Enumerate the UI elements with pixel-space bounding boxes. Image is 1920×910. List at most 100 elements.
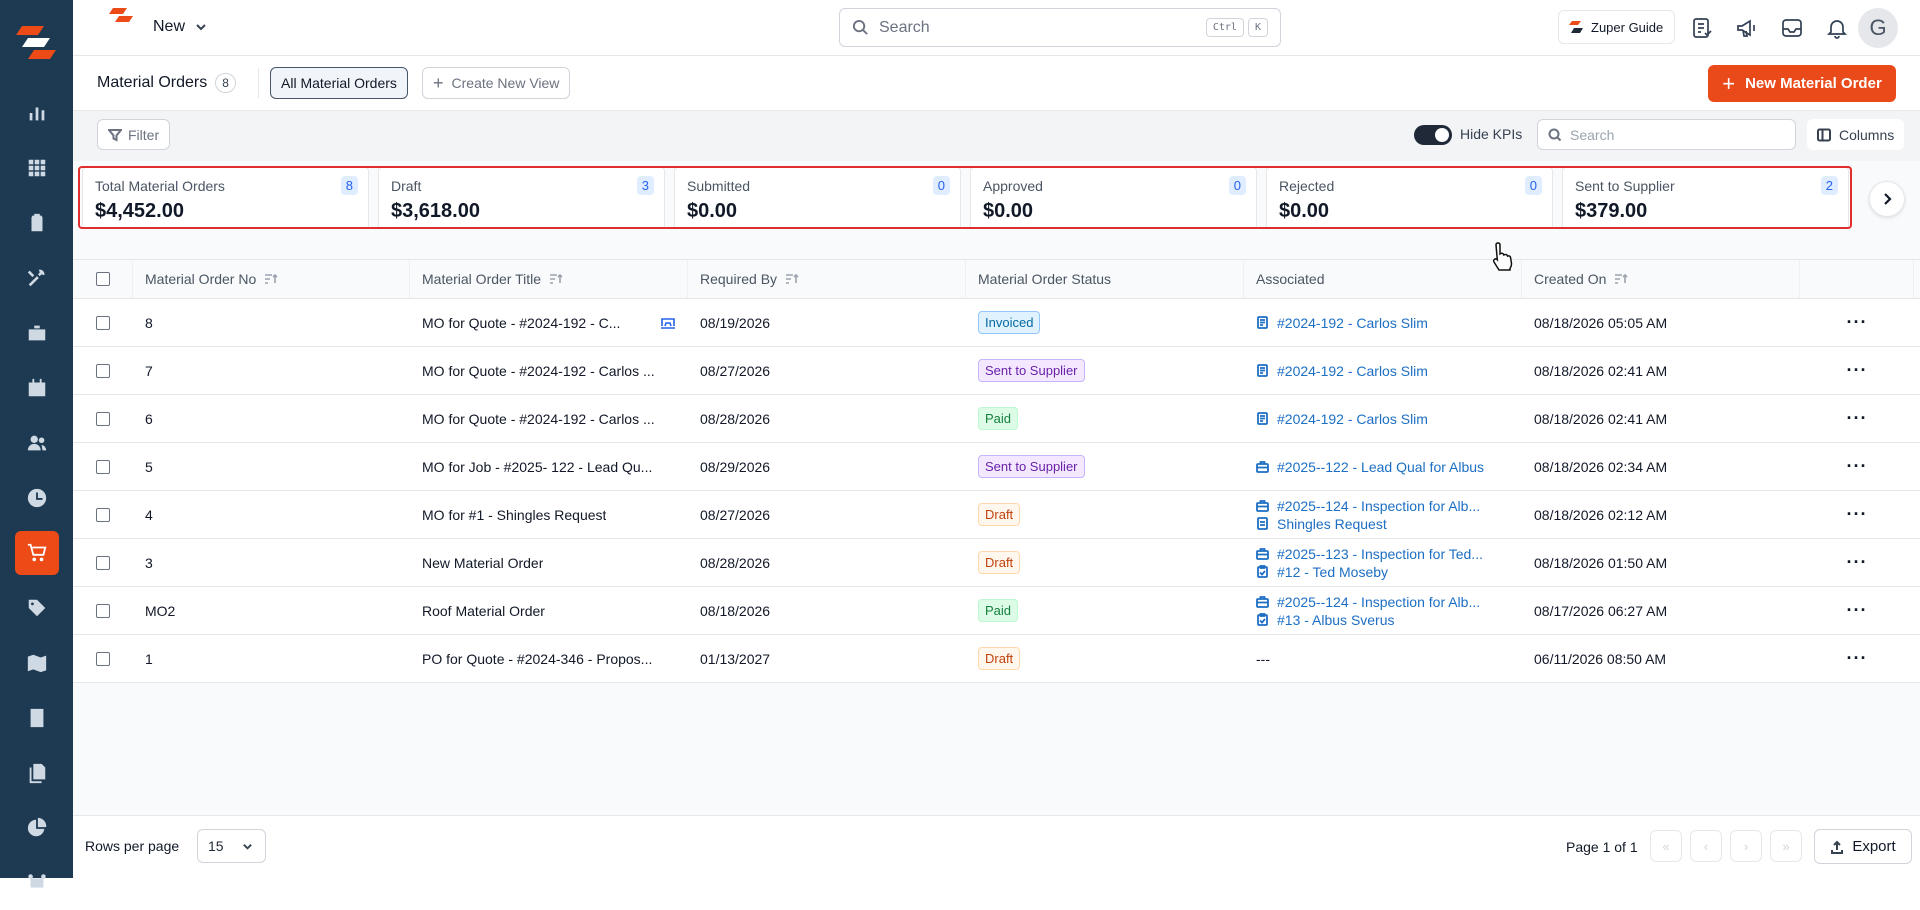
associated-link[interactable]: #2025--124 - Inspection for Alb... bbox=[1256, 498, 1480, 514]
row-checkbox[interactable] bbox=[96, 603, 110, 618]
associated-link[interactable]: #12 - Ted Moseby bbox=[1256, 564, 1388, 580]
sidebar-item-workflow[interactable] bbox=[0, 855, 73, 910]
associated-link[interactable]: #2025--122 - Lead Qual for Albus bbox=[1256, 459, 1484, 475]
sidebar-nav bbox=[0, 85, 73, 910]
more-options-icon[interactable]: ··· bbox=[1847, 552, 1868, 573]
sidebar-item-calculator[interactable] bbox=[0, 690, 73, 745]
sidebar-item-clock[interactable] bbox=[0, 470, 73, 525]
row-select-cell bbox=[73, 299, 133, 346]
create-view-button[interactable]: + Create New View bbox=[422, 67, 571, 99]
table-row[interactable]: 3 New Material Order 08/28/2026 Draft #2025-… bbox=[73, 539, 1920, 587]
sort-icon[interactable] bbox=[549, 273, 563, 285]
sidebar-item-calendar[interactable] bbox=[0, 360, 73, 415]
column-header-associated[interactable]: Associated bbox=[1244, 260, 1522, 298]
last-page-button[interactable]: » bbox=[1770, 830, 1802, 862]
associated-link[interactable]: #13 - Albus Sverus bbox=[1256, 612, 1395, 628]
next-page-button[interactable]: › bbox=[1730, 830, 1762, 862]
more-options-icon[interactable]: ··· bbox=[1847, 648, 1868, 669]
kpi-next-button[interactable] bbox=[1869, 181, 1905, 217]
row-checkbox[interactable] bbox=[96, 507, 110, 522]
table-row[interactable]: 8 MO for Quote - #2024-192 - C... 08/19/20… bbox=[73, 299, 1920, 347]
more-options-icon[interactable]: ··· bbox=[1847, 504, 1868, 525]
export-button[interactable]: Export bbox=[1814, 829, 1912, 864]
global-search[interactable]: Search Ctrl K bbox=[839, 8, 1281, 47]
more-options-icon[interactable]: ··· bbox=[1847, 312, 1868, 333]
row-checkbox[interactable] bbox=[96, 651, 110, 666]
cell-order-title[interactable]: New Material Order bbox=[410, 539, 688, 586]
first-page-button[interactable]: « bbox=[1650, 830, 1682, 862]
more-options-icon[interactable]: ··· bbox=[1847, 600, 1868, 621]
sidebar-item-tag[interactable] bbox=[0, 580, 73, 635]
table-row[interactable]: 5 MO for Job - #2025- 122 - Lead Qu... 08/… bbox=[73, 443, 1920, 491]
sidebar-item-users[interactable] bbox=[0, 415, 73, 470]
cell-order-title[interactable]: Roof Material Order bbox=[410, 587, 688, 634]
prev-page-button[interactable]: ‹ bbox=[1690, 830, 1722, 862]
cell-order-title[interactable]: MO for Quote - #2024-192 - C... bbox=[410, 299, 688, 346]
associated-link[interactable]: #2025--124 - Inspection for Alb... bbox=[1256, 594, 1480, 610]
column-header-title[interactable]: Material Order Title bbox=[410, 260, 688, 298]
sort-icon[interactable] bbox=[264, 273, 278, 285]
cell-order-title[interactable]: PO for Quote - #2024-346 - Propos... bbox=[410, 635, 688, 682]
table-row[interactable]: MO2 Roof Material Order 08/18/2026 Paid #202… bbox=[73, 587, 1920, 635]
table-row[interactable]: 1 PO for Quote - #2024-346 - Propos... 01/… bbox=[73, 635, 1920, 683]
zuper-logo[interactable] bbox=[16, 22, 56, 62]
table-search-input[interactable]: Search bbox=[1537, 119, 1796, 150]
more-options-icon[interactable]: ··· bbox=[1847, 408, 1868, 429]
associated-link[interactable]: #2024-192 - Carlos Slim bbox=[1256, 411, 1428, 427]
sidebar-item-clipboard[interactable] bbox=[0, 195, 73, 250]
rows-per-page-select[interactable]: 15 bbox=[197, 829, 266, 863]
view-tab-all[interactable]: All Material Orders bbox=[270, 67, 408, 99]
sidebar-item-tools[interactable] bbox=[0, 250, 73, 305]
associated-link[interactable]: #2024-192 - Carlos Slim bbox=[1256, 363, 1428, 379]
columns-button[interactable]: Columns bbox=[1807, 119, 1905, 150]
sidebar-item-documents[interactable] bbox=[0, 745, 73, 800]
row-checkbox[interactable] bbox=[96, 411, 110, 426]
bell-icon[interactable] bbox=[1825, 16, 1849, 40]
associated-link[interactable]: #2024-192 - Carlos Slim bbox=[1256, 315, 1428, 331]
sidebar-item-pie[interactable] bbox=[0, 800, 73, 855]
cell-required-by: 08/27/2026 bbox=[688, 347, 966, 394]
sidebar-item-map[interactable] bbox=[0, 635, 73, 690]
column-header-required-by[interactable]: Required By bbox=[688, 260, 966, 298]
megaphone-icon[interactable] bbox=[1735, 16, 1759, 40]
sidebar-item-cart[interactable] bbox=[0, 525, 73, 580]
cell-order-title[interactable]: MO for Quote - #2024-192 - Carlos ... bbox=[410, 395, 688, 442]
column-header-status[interactable]: Material Order Status bbox=[966, 260, 1244, 298]
cell-order-title[interactable]: MO for #1 - Shingles Request bbox=[410, 491, 688, 538]
filter-button[interactable]: Filter bbox=[97, 119, 171, 150]
row-checkbox[interactable] bbox=[96, 555, 110, 570]
associated-link[interactable]: #2025--123 - Inspection for Ted... bbox=[1256, 546, 1483, 562]
row-checkbox[interactable] bbox=[96, 315, 110, 330]
row-checkbox[interactable] bbox=[96, 363, 110, 378]
zuper-guide-button[interactable]: Zuper Guide bbox=[1558, 10, 1675, 44]
table-row[interactable]: 4 MO for #1 - Shingles Request 08/27/2026 D… bbox=[73, 491, 1920, 539]
order-no: 6 bbox=[145, 410, 153, 427]
row-checkbox[interactable] bbox=[96, 459, 110, 474]
sort-icon[interactable] bbox=[785, 273, 799, 285]
sort-icon[interactable] bbox=[1614, 273, 1628, 285]
sidebar-item-grid[interactable] bbox=[0, 140, 73, 195]
page-title-text: Material Orders bbox=[97, 74, 208, 91]
new-material-order-button[interactable]: + New Material Order bbox=[1708, 65, 1896, 102]
more-options-icon[interactable]: ··· bbox=[1847, 456, 1868, 477]
cell-order-title[interactable]: MO for Quote - #2024-192 - Carlos ... bbox=[410, 347, 688, 394]
sidebar-item-briefcase[interactable] bbox=[0, 305, 73, 360]
column-header-created-on[interactable]: Created On bbox=[1522, 260, 1800, 298]
briefcase-icon bbox=[1256, 461, 1269, 473]
more-options-icon[interactable]: ··· bbox=[1847, 360, 1868, 381]
table-row[interactable]: 6 MO for Quote - #2024-192 - Carlos ... 08… bbox=[73, 395, 1920, 443]
bell-icon[interactable] bbox=[660, 315, 676, 331]
table-row[interactable]: 7 MO for Quote - #2024-192 - Carlos ... 08… bbox=[73, 347, 1920, 395]
checklist-icon[interactable] bbox=[1690, 16, 1714, 40]
avatar[interactable]: G bbox=[1858, 8, 1898, 48]
column-header-no[interactable]: Material Order No bbox=[133, 260, 410, 298]
inbox-icon[interactable] bbox=[1780, 16, 1804, 40]
cell-order-title[interactable]: MO for Job - #2025- 122 - Lead Qu... bbox=[410, 443, 688, 490]
select-all-checkbox[interactable] bbox=[95, 272, 110, 286]
sidebar-item-chart[interactable] bbox=[0, 85, 73, 140]
hide-kpis-toggle[interactable] bbox=[1414, 125, 1452, 145]
new-menu[interactable]: New bbox=[153, 18, 207, 36]
associated-link[interactable]: Shingles Request bbox=[1256, 516, 1387, 532]
brand-mark-icon[interactable] bbox=[109, 8, 133, 28]
new-menu-label: New bbox=[153, 18, 186, 35]
